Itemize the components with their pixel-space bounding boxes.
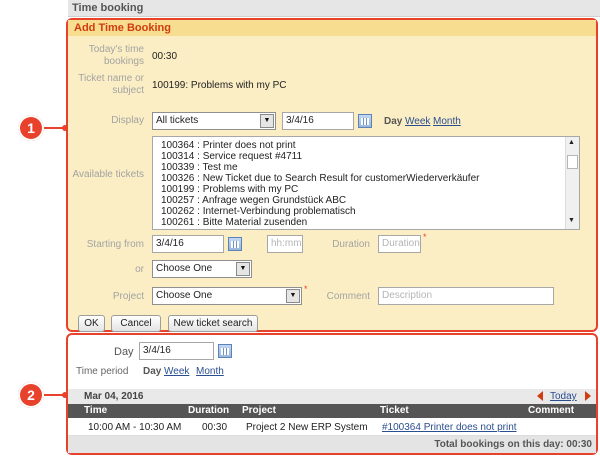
date-header: Mar 04, 2016 (84, 391, 144, 402)
required-mark: * (304, 284, 308, 294)
available-tickets-label: Available tickets (72, 169, 144, 180)
display-select-value: All tickets (156, 115, 199, 126)
table-footer: Total bookings on this day: 00:30 (68, 436, 596, 453)
project-select-value: Choose One (156, 290, 213, 301)
scroll-thumb[interactable] (567, 155, 578, 169)
or-label: or (135, 264, 144, 275)
table-header: Time Duration Project Ticket Comment (68, 404, 596, 418)
duration-label: Duration (332, 239, 370, 250)
chevron-down-icon[interactable]: ▼ (286, 289, 300, 303)
new-ticket-search-button[interactable]: New ticket search (168, 315, 258, 332)
calendar-icon[interactable] (228, 237, 242, 251)
column-duration: Duration (188, 405, 230, 416)
period-day[interactable]: Day (143, 366, 161, 377)
time-period-label: Time period (76, 366, 129, 377)
list-item[interactable]: 100257 : Anfrage wegen Grundstück ABC (153, 195, 579, 206)
period-month-link[interactable]: Month (196, 366, 224, 377)
list-item[interactable]: 100199 : Problems with my PC (153, 184, 579, 195)
project-label: Project (112, 291, 144, 302)
list-item[interactable]: 100262 : Internet-Verbindung problematis… (153, 206, 579, 217)
window-title: Time booking (68, 0, 600, 17)
list-scrollbar[interactable]: ▲ ▼ (565, 137, 579, 229)
choose-one-select[interactable]: Choose One ▼ (152, 260, 252, 278)
list-item[interactable]: 100364 : Printer does not print (153, 140, 579, 151)
available-tickets-list[interactable]: 100364 : Printer does not print 100314 :… (152, 136, 580, 230)
day-label: Day (114, 346, 134, 358)
callout-marker-2: 2 (18, 382, 44, 408)
row-project: Project 2 New ERP System (246, 422, 368, 433)
cancel-button[interactable]: Cancel (111, 315, 161, 332)
duration-input[interactable]: Duration (378, 235, 421, 253)
day-header-bar: Mar 04, 2016 Today (68, 389, 596, 404)
column-ticket: Ticket (380, 405, 409, 416)
next-day-icon[interactable] (585, 391, 591, 401)
calendar-icon[interactable] (218, 344, 232, 358)
starting-from-label: Starting from (86, 239, 144, 250)
ticket-subject-value: 100199: Problems with my PC (152, 80, 287, 91)
period-month-link[interactable]: Month (433, 116, 461, 127)
period-week-link[interactable]: Week (164, 366, 189, 377)
day-date-input[interactable]: 3/4/16 (139, 342, 214, 360)
chevron-down-icon[interactable]: ▼ (260, 114, 274, 128)
column-project: Project (242, 405, 276, 416)
ok-button[interactable]: OK (78, 315, 105, 332)
list-item[interactable]: 100339 : Test me (153, 162, 579, 173)
callout-dot (62, 125, 68, 131)
scroll-down-icon[interactable]: ▼ (568, 217, 575, 224)
period-week-link[interactable]: Week (405, 116, 430, 127)
display-label: Display (111, 115, 144, 126)
ticket-subject-label: Ticket name or subject (78, 73, 144, 96)
today-link[interactable]: Today (550, 391, 577, 402)
todays-bookings-label: Today's time bookings (88, 44, 144, 67)
row-time: 10:00 AM - 10:30 AM (88, 422, 182, 433)
required-mark: * (423, 232, 427, 242)
total-bookings: Total bookings on this day: 00:30 (434, 439, 592, 450)
list-item[interactable]: 100326 : New Ticket due to Search Result… (153, 173, 579, 184)
panel-title: Add Time Booking (68, 20, 596, 36)
display-date-input[interactable]: 3/4/16 (282, 112, 354, 130)
previous-day-icon[interactable] (537, 391, 543, 401)
callout-dot (62, 392, 68, 398)
row-ticket-link[interactable]: #100364 Printer does not print (382, 422, 517, 433)
starting-date-input[interactable]: 3/4/16 (152, 235, 224, 253)
list-item[interactable]: 100314 : Service request #4711 (153, 151, 579, 162)
scroll-up-icon[interactable]: ▲ (568, 139, 575, 146)
column-time: Time (84, 405, 108, 416)
chevron-down-icon[interactable]: ▼ (236, 262, 250, 276)
display-select[interactable]: All tickets ▼ (152, 112, 276, 130)
todays-bookings-value: 00:30 (152, 51, 178, 62)
period-day[interactable]: Day (384, 116, 402, 127)
time-input[interactable]: hh:mm (267, 235, 303, 253)
comment-label: Comment (326, 291, 370, 302)
choose-one-value: Choose One (156, 263, 213, 274)
project-select[interactable]: Choose One ▼ (152, 287, 302, 305)
row-duration: 00:30 (202, 422, 228, 433)
comment-input[interactable]: Description (378, 287, 554, 305)
calendar-icon[interactable] (358, 114, 372, 128)
callout-marker-1: 1 (18, 115, 44, 141)
table-row: 10:00 AM - 10:30 AM 00:30 Project 2 New … (68, 418, 596, 436)
column-comment: Comment (528, 405, 575, 416)
list-item[interactable]: 100261 : Bitte Material zusenden (153, 217, 579, 228)
